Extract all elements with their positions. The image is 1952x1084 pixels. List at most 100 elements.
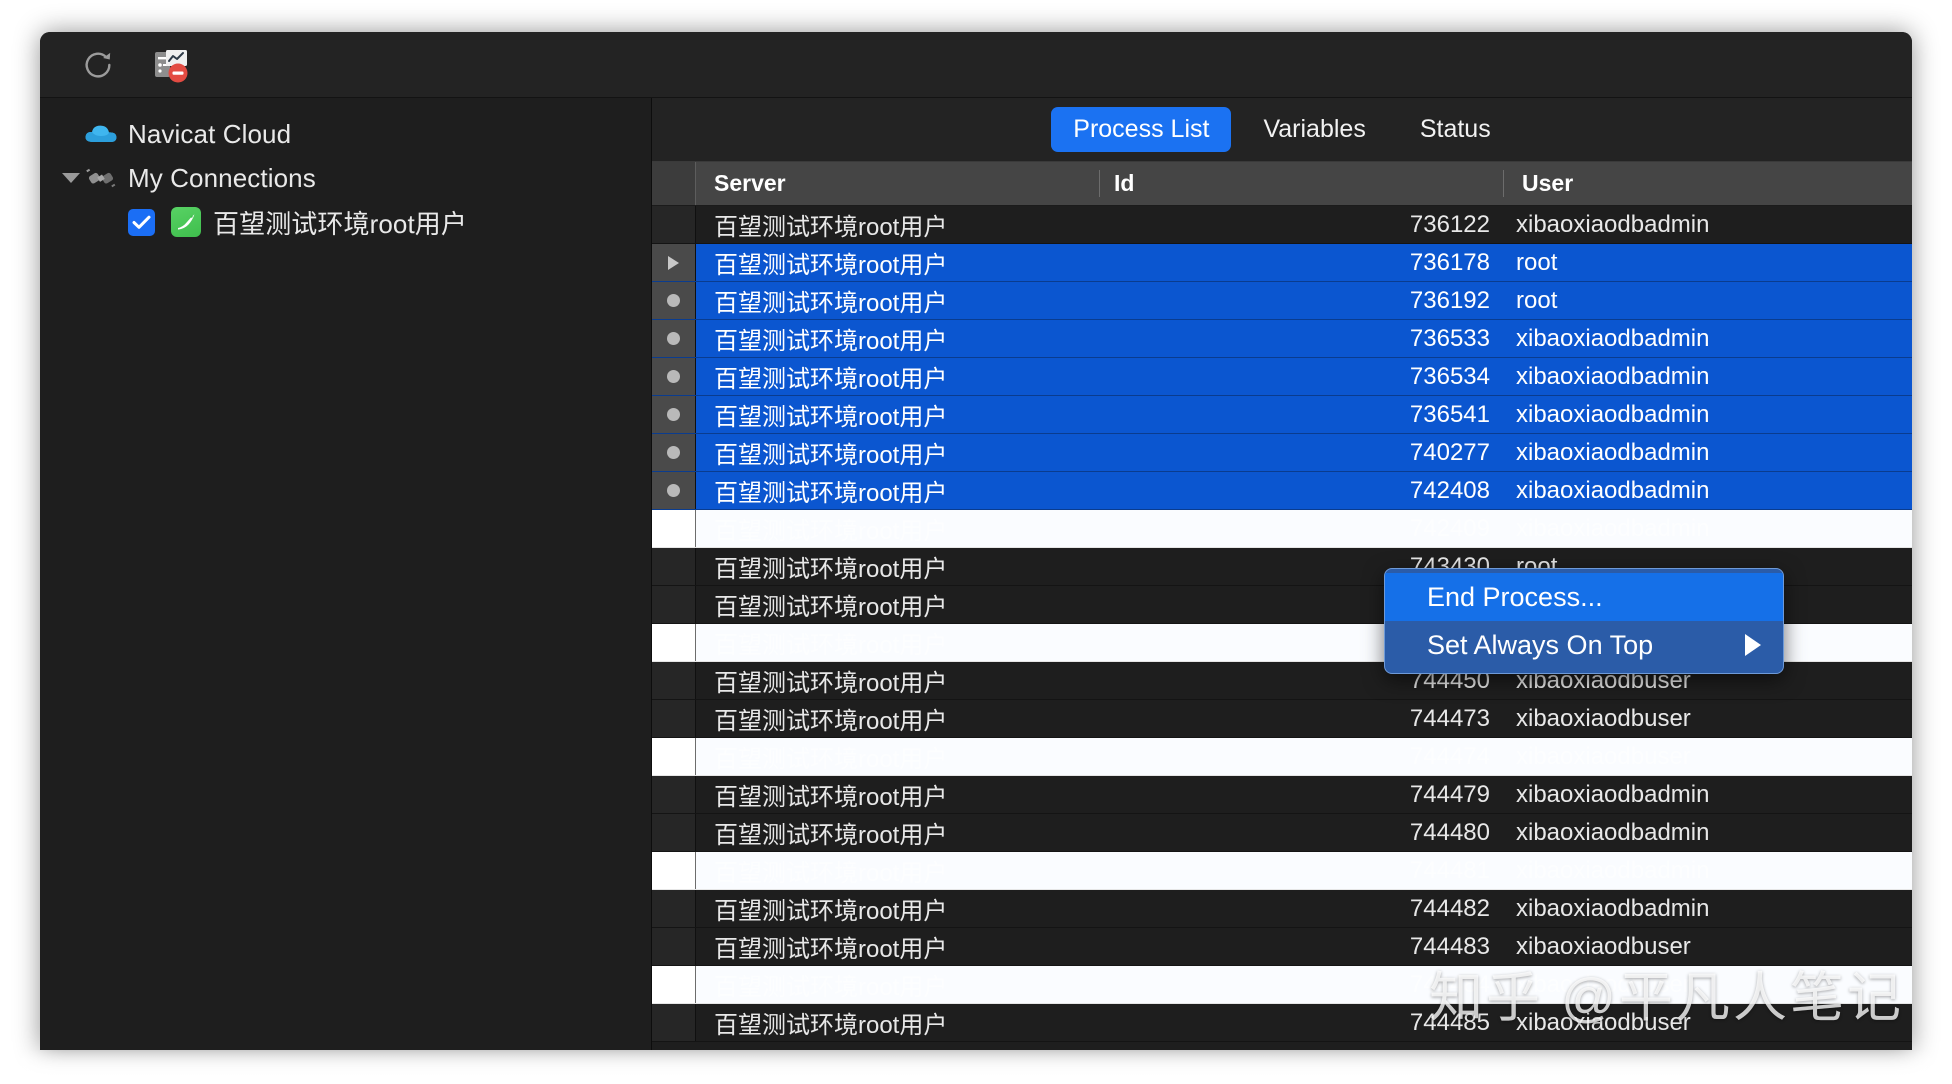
connection-plug-icon — [84, 166, 118, 190]
cell-server: 百望测试环境root用户 — [714, 480, 948, 507]
sidebar-item-label: My Connections — [128, 162, 316, 193]
column-header-user[interactable]: User — [1504, 170, 1912, 197]
column-header-id[interactable]: Id — [1100, 170, 1504, 197]
cell-server: 百望测试环境root用户 — [714, 328, 948, 355]
cell-server: 百望测试环境root用户 — [714, 974, 948, 1001]
cell-user: xibaoxiaodbadmin — [1516, 894, 1710, 922]
refresh-icon — [85, 52, 111, 78]
table-row[interactable]: 百望测试环境root用户 744482 xibaoxiaodbadmin — [652, 890, 1912, 928]
table-row[interactable]: 百望测试环境root用户 736534 xibaoxiaodbadmin — [652, 358, 1912, 396]
table-row[interactable]: 百望测试环境root用户 744485 xibaoxiaodbuser — [652, 1004, 1912, 1042]
cell-user: xibaoxiaodbuser — [1516, 932, 1691, 960]
row-gutter — [652, 776, 696, 813]
sidebar-item-navicat-cloud[interactable]: Navicat Cloud — [40, 112, 651, 156]
check-icon — [132, 215, 151, 229]
table-row[interactable]: 百望测试环境root用户 740277 xibaoxiaodbadmin — [652, 434, 1912, 472]
table-row[interactable]: 百望测试环境root用户 736533 xibaoxiaodbadmin — [652, 320, 1912, 358]
cloud-icon — [84, 122, 118, 146]
cell-user: root — [1516, 248, 1558, 276]
table-row[interactable]: 百望测试环境root用户 744473 xibaoxiaodbuser — [652, 700, 1912, 738]
cell-user: xibaoxiaodbuser — [1516, 970, 1691, 998]
cell-server: 百望测试环境root用户 — [714, 442, 948, 469]
sidebar-item-my-connections[interactable]: My Connections — [40, 156, 651, 200]
row-selected-dot-icon — [667, 408, 680, 421]
cell-user: xibaoxiaodbuser — [1516, 1008, 1691, 1036]
cell-server: 百望测试环境root用户 — [714, 746, 948, 773]
tab-status[interactable]: Status — [1398, 107, 1513, 152]
row-selected-dot-icon — [667, 370, 680, 383]
table-row[interactable]: 百望测试环境root用户 742409 xibaoxiaodbadmin — [652, 510, 1912, 548]
table-header-row: Server Id User — [652, 162, 1912, 206]
table-row[interactable]: 百望测试环境root用户 744484 xibaoxiaodbuser — [652, 966, 1912, 1004]
row-gutter — [652, 1004, 696, 1041]
row-selected-dot-icon — [667, 294, 680, 307]
row-gutter — [652, 738, 696, 775]
cell-server: 百望测试环境root用户 — [714, 936, 948, 963]
row-selected-dot-icon — [667, 484, 680, 497]
cell-server: 百望测试环境root用户 — [714, 366, 948, 393]
tab-process-list[interactable]: Process List — [1051, 107, 1232, 152]
window-body: Navicat Cloud My Connections 百望测试环境root用… — [40, 98, 1912, 1050]
row-gutter — [652, 624, 696, 661]
menu-item-set-always-on-top[interactable]: Set Always On Top — [1385, 621, 1783, 669]
table-row[interactable]: 百望测试环境root用户 736192 root — [652, 282, 1912, 320]
row-gutter — [652, 206, 696, 243]
cell-user: root — [1516, 286, 1558, 314]
sidebar-item-connection[interactable]: 百望测试环境root用户 — [40, 200, 651, 244]
refresh-button[interactable] — [74, 43, 122, 87]
tab-variables[interactable]: Variables — [1241, 107, 1387, 152]
cell-user: xibaoxiaodbadmin — [1516, 324, 1710, 352]
row-gutter — [652, 548, 696, 585]
cell-server: 百望测试环境root用户 — [714, 784, 948, 811]
table-row[interactable]: 百望测试环境root用户 744480 xibaoxiaodbadmin — [652, 814, 1912, 852]
row-gutter — [652, 358, 696, 395]
table-row[interactable]: 百望测试环境root用户 744483 xibaoxiaodbuser — [652, 928, 1912, 966]
cell-id: 736533 — [1409, 324, 1490, 352]
row-selected-dot-icon — [667, 332, 680, 345]
row-gutter — [652, 510, 696, 547]
row-gutter — [652, 396, 696, 433]
table-row[interactable]: 百望测试环境root用户 736178 root — [652, 244, 1912, 282]
row-gutter — [652, 700, 696, 737]
cell-id: 744480 — [1409, 818, 1490, 846]
connection-checkbox[interactable] — [128, 208, 155, 236]
cell-server: 百望测试环境root用户 — [714, 632, 948, 659]
cell-id: 742408 — [1409, 476, 1490, 504]
cell-id: 744482 — [1409, 894, 1490, 922]
cell-id: 744474 — [1409, 742, 1490, 770]
menu-item-end-process[interactable]: End Process... — [1385, 573, 1783, 621]
toolbar — [40, 32, 1912, 98]
cell-server: 百望测试环境root用户 — [714, 1012, 948, 1039]
table-row[interactable]: 百望测试环境root用户 736122 xibaoxiaodbadmin — [652, 206, 1912, 244]
sidebar-item-label: Navicat Cloud — [128, 118, 292, 149]
kill-process-button[interactable] — [148, 43, 196, 87]
row-gutter — [652, 472, 696, 509]
chevron-right-icon — [1745, 634, 1761, 656]
cell-user: xibaoxiaodbadmin — [1516, 818, 1710, 846]
cell-id: 742409 — [1409, 514, 1490, 542]
cell-server: 百望测试环境root用户 — [714, 822, 948, 849]
table-row[interactable]: 百望测试环境root用户 736541 xibaoxiaodbadmin — [652, 396, 1912, 434]
table-row[interactable]: 百望测试环境root用户 744481 xibaoxiaodbadmin — [652, 852, 1912, 890]
cell-user: xibaoxiaodbadmin — [1516, 400, 1710, 428]
row-gutter — [652, 966, 696, 1003]
row-gutter — [652, 320, 696, 357]
cell-server: 百望测试环境root用户 — [714, 290, 948, 317]
cell-server: 百望测试环境root用户 — [714, 214, 948, 241]
sidebar-item-label: 百望测试环境root用户 — [213, 208, 468, 239]
cell-id: 736192 — [1409, 286, 1490, 314]
table-row[interactable]: 百望测试环境root用户 744474 xibaoxiaodbuser — [652, 738, 1912, 776]
cell-id: 736178 — [1409, 248, 1490, 276]
row-gutter — [652, 434, 696, 471]
connections-sidebar: Navicat Cloud My Connections 百望测试环境root用… — [40, 98, 652, 1050]
cell-id: 744485 — [1409, 1008, 1490, 1036]
column-header-server[interactable]: Server — [696, 170, 1100, 197]
cell-user: xibaoxiaodbadmin — [1516, 438, 1710, 466]
twisty-expanded[interactable] — [58, 173, 84, 183]
cell-user: xibaoxiaodbadmin — [1516, 476, 1710, 504]
cell-id: 736534 — [1409, 362, 1490, 390]
table-row[interactable]: 百望测试环境root用户 744479 xibaoxiaodbadmin — [652, 776, 1912, 814]
menu-item-label: Set Always On Top — [1427, 629, 1654, 660]
table-row[interactable]: 百望测试环境root用户 742408 xibaoxiaodbadmin — [652, 472, 1912, 510]
cell-id: 744479 — [1409, 780, 1490, 808]
